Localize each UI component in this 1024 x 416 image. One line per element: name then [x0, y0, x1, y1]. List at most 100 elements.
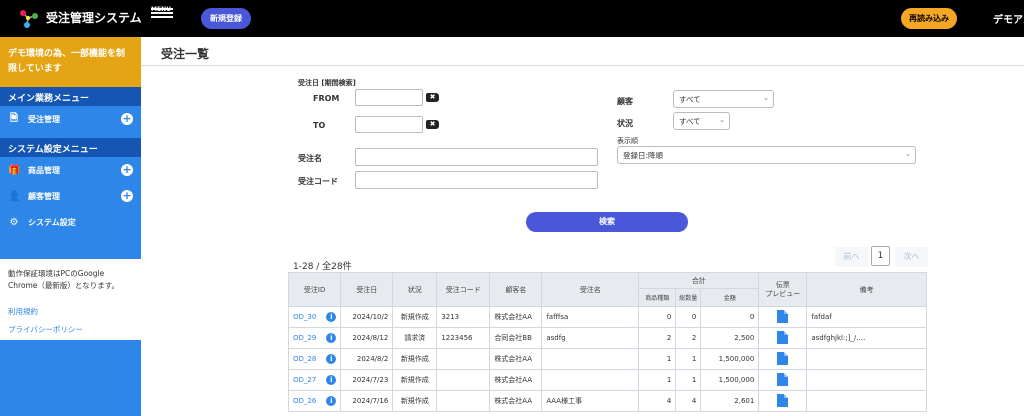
info-icon[interactable]: i	[326, 396, 337, 406]
menu-label: MENU	[151, 6, 171, 13]
terms-link[interactable]: 利用規約	[8, 306, 133, 318]
document-icon[interactable]	[777, 351, 789, 365]
document-icon[interactable]	[777, 393, 789, 407]
chevron-down-icon: ⌄	[719, 116, 725, 124]
sidebar-item-label: 受注管理	[28, 114, 60, 124]
result-count: 1-28 / 全28件	[293, 262, 352, 272]
status-cell: 請求済	[392, 327, 438, 349]
sort-select[interactable]: 登録日:降順 ⌄	[617, 146, 916, 164]
order-id-link[interactable]: OD_27 i	[287, 369, 342, 391]
gift-icon: 🎁	[8, 164, 21, 176]
document-icon: 🗎	[9, 112, 19, 124]
info-icon[interactable]: i	[326, 375, 337, 385]
col-name: 受注名	[541, 272, 640, 307]
customer-cell: 株式会社AA	[489, 369, 543, 391]
privacy-link[interactable]: プライバシーポリシー	[8, 324, 133, 336]
to-date-input[interactable]	[355, 116, 423, 133]
name-cell	[541, 369, 640, 391]
document-icon[interactable]	[777, 309, 789, 323]
sort-label: 表示順	[617, 137, 638, 145]
order-id-link[interactable]: OD_28 i	[287, 348, 342, 370]
customer-select-value: すべて	[679, 95, 701, 104]
plus-icon[interactable]: +	[121, 190, 133, 202]
qty-cell: 0	[675, 306, 702, 328]
col-status: 状況	[392, 272, 438, 307]
prev-page-button[interactable]: 前へ	[835, 247, 868, 267]
order-code-label: 受注コード	[298, 177, 338, 186]
qty-cell: 2	[675, 327, 702, 349]
sort-select-value: 登録日:降順	[623, 151, 664, 160]
table-row: OD_28 i 2024/8/2 新規作成 株式会社AA 1 1 1,500,00…	[287, 348, 927, 370]
order-table: 受注ID 受注日 状況 受注コード 顧客名 受注名 合計 伝票 プレビュー 備考…	[287, 272, 927, 412]
document-icon[interactable]	[777, 330, 789, 344]
table-row: OD_30 i 2024/10/2 新規作成 3213 株式会社AA fafffs…	[287, 306, 927, 328]
top-bar: 受注管理システム MENU 新規登録 再読み込み デモアカ	[0, 0, 1024, 37]
preview-cell	[758, 369, 808, 391]
sidebar-item-label: 顧客管理	[28, 191, 60, 201]
col-total: 合計	[638, 272, 760, 289]
title-divider	[141, 65, 1024, 66]
preview-cell	[758, 306, 808, 328]
types-cell: 2	[638, 327, 677, 349]
table-row: OD_29 i 2024/8/12 請求済 1223456 合同会社BB asdf…	[287, 327, 927, 349]
sidebar-item-order-mgmt[interactable]: 🗎 受注管理 +	[0, 106, 141, 132]
menu-button[interactable]: MENU	[151, 6, 173, 28]
sidebar-item-product-mgmt[interactable]: 🎁 商品管理 +	[0, 157, 141, 183]
order-name-input[interactable]	[355, 148, 598, 166]
search-button[interactable]: 検索	[526, 212, 688, 232]
plus-icon[interactable]: +	[121, 164, 133, 176]
col-amount: 金額	[700, 288, 760, 307]
note-cell	[806, 369, 927, 391]
clear-to-icon[interactable]: ✖	[426, 120, 439, 129]
plus-icon[interactable]: +	[121, 113, 133, 125]
order-id-link[interactable]: OD_26 i	[287, 390, 342, 412]
customer-cell: 株式会社AA	[489, 390, 543, 412]
environment-info: 動作保証環境はPCのGoogle Chrome（最新版）となります。 利用規約 …	[0, 259, 141, 340]
col-code: 受注コード	[436, 272, 491, 307]
info-icon[interactable]: i	[326, 354, 337, 364]
sidebar-item-label: システム設定	[28, 217, 76, 227]
note-cell: asdfghjkl:;]_/.…	[806, 327, 927, 349]
amount-cell: 2,500	[700, 327, 760, 349]
amount-cell: 2,601	[700, 390, 760, 412]
code-cell: 1223456	[436, 327, 491, 349]
sidebar-item-customer-mgmt[interactable]: 👤 顧客管理 +	[0, 183, 141, 209]
status-select-value: すべて	[679, 117, 701, 126]
qty-cell: 4	[675, 390, 702, 412]
document-icon[interactable]	[777, 372, 789, 386]
amount-cell: 1,500,000	[700, 369, 760, 391]
info-icon[interactable]: i	[326, 333, 337, 343]
from-date-input[interactable]	[355, 89, 423, 106]
menu-bar-icon	[151, 16, 173, 18]
table-row: OD_26 i 2024/7/16 新規作成 株式会社AA AAA様工事 4 4 …	[287, 390, 927, 412]
order-date-cell: 2024/8/12	[340, 327, 394, 349]
new-order-button[interactable]: 新規登録	[201, 8, 251, 29]
current-page[interactable]: 1	[871, 246, 890, 266]
code-cell	[436, 348, 491, 370]
clear-from-icon[interactable]: ✖	[426, 93, 439, 102]
col-note: 備考	[806, 272, 927, 307]
reload-button[interactable]: 再読み込み	[901, 8, 957, 29]
customer-select[interactable]: すべて ⌄	[673, 90, 774, 108]
customer-cell: 株式会社AA	[489, 348, 543, 370]
user-name[interactable]: デモアカ	[993, 11, 1024, 26]
status-select[interactable]: すべて ⌄	[673, 112, 730, 130]
col-id: 受注ID	[287, 272, 342, 307]
order-id-link[interactable]: OD_29 i	[287, 327, 342, 349]
sidebar-item-system-settings[interactable]: ⚙ システム設定	[0, 209, 141, 235]
next-page-button[interactable]: 次へ	[895, 247, 928, 267]
customer-cell: 株式会社AA	[489, 306, 543, 328]
note-cell	[806, 390, 927, 412]
status-cell: 新規作成	[392, 390, 438, 412]
main-menu-heading: メイン業務メニュー	[0, 87, 141, 106]
order-code-input[interactable]	[355, 171, 598, 189]
gear-icon: ⚙	[9, 216, 19, 228]
types-cell: 1	[638, 348, 677, 370]
amount-cell: 1,500,000	[700, 348, 760, 370]
chevron-down-icon: ⌄	[763, 94, 769, 102]
col-types: 商品種類	[638, 288, 677, 307]
types-cell: 4	[638, 390, 677, 412]
code-cell: 3213	[436, 306, 491, 328]
order-id-link[interactable]: OD_30 i	[287, 306, 342, 328]
info-icon[interactable]: i	[326, 312, 337, 322]
